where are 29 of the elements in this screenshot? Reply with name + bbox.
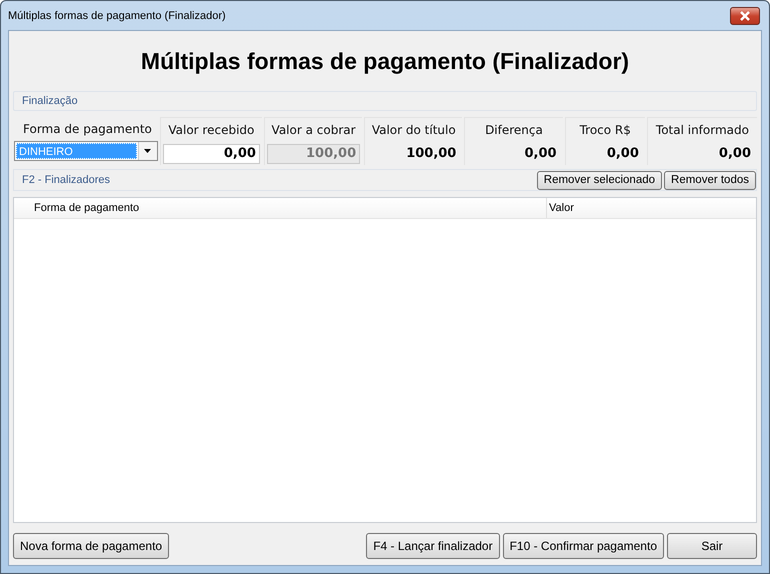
amount-value: 0,00: [523, 146, 558, 161]
field-label: Forma de pagamento: [22, 121, 153, 138]
field-label: Valor recebido: [167, 122, 256, 139]
page-heading: Múltiplas formas de pagamento (Finalizador): [140, 48, 630, 74]
close-button[interactable]: [730, 6, 760, 24]
field-label: Diferença: [484, 122, 544, 139]
remove-button[interactable]: Remover selecionado: [536, 170, 662, 190]
payments-table[interactable]: Forma de pagamento Valor: [13, 197, 757, 523]
remove-button[interactable]: Remover todos: [664, 170, 756, 190]
column-header[interactable]: Forma de pagamento: [32, 198, 547, 218]
amount-value: 100,00: [405, 146, 458, 161]
footer-button[interactable]: Sair: [667, 533, 757, 559]
amount-field[interactable]: 0,00: [162, 144, 260, 164]
section-title: F2 - Finalizadores: [22, 174, 110, 186]
window-title: Múltiplas formas de pagamento (Finalizador): [8, 10, 226, 22]
section-title: Finalização: [22, 95, 78, 107]
caret-icon: [144, 149, 152, 153]
field-label: Total informado: [654, 122, 750, 139]
footer-button[interactable]: F4 - Lançar finalizador: [366, 533, 500, 559]
amount-value: 0,00: [718, 146, 752, 161]
field-label: Valor a cobrar: [270, 122, 357, 139]
footer-button[interactable]: F10 - Confirmar pagamento: [502, 533, 664, 559]
amount-value: 0,00: [606, 146, 640, 161]
column-header[interactable]: Valor: [547, 198, 574, 218]
footer-button[interactable]: Nova forma de pagamento: [13, 533, 170, 559]
close-icon: [738, 10, 752, 20]
field-label: Troco R$: [578, 122, 632, 139]
field-label: Valor do título: [370, 122, 457, 139]
amount-field: 100,00: [266, 144, 360, 164]
